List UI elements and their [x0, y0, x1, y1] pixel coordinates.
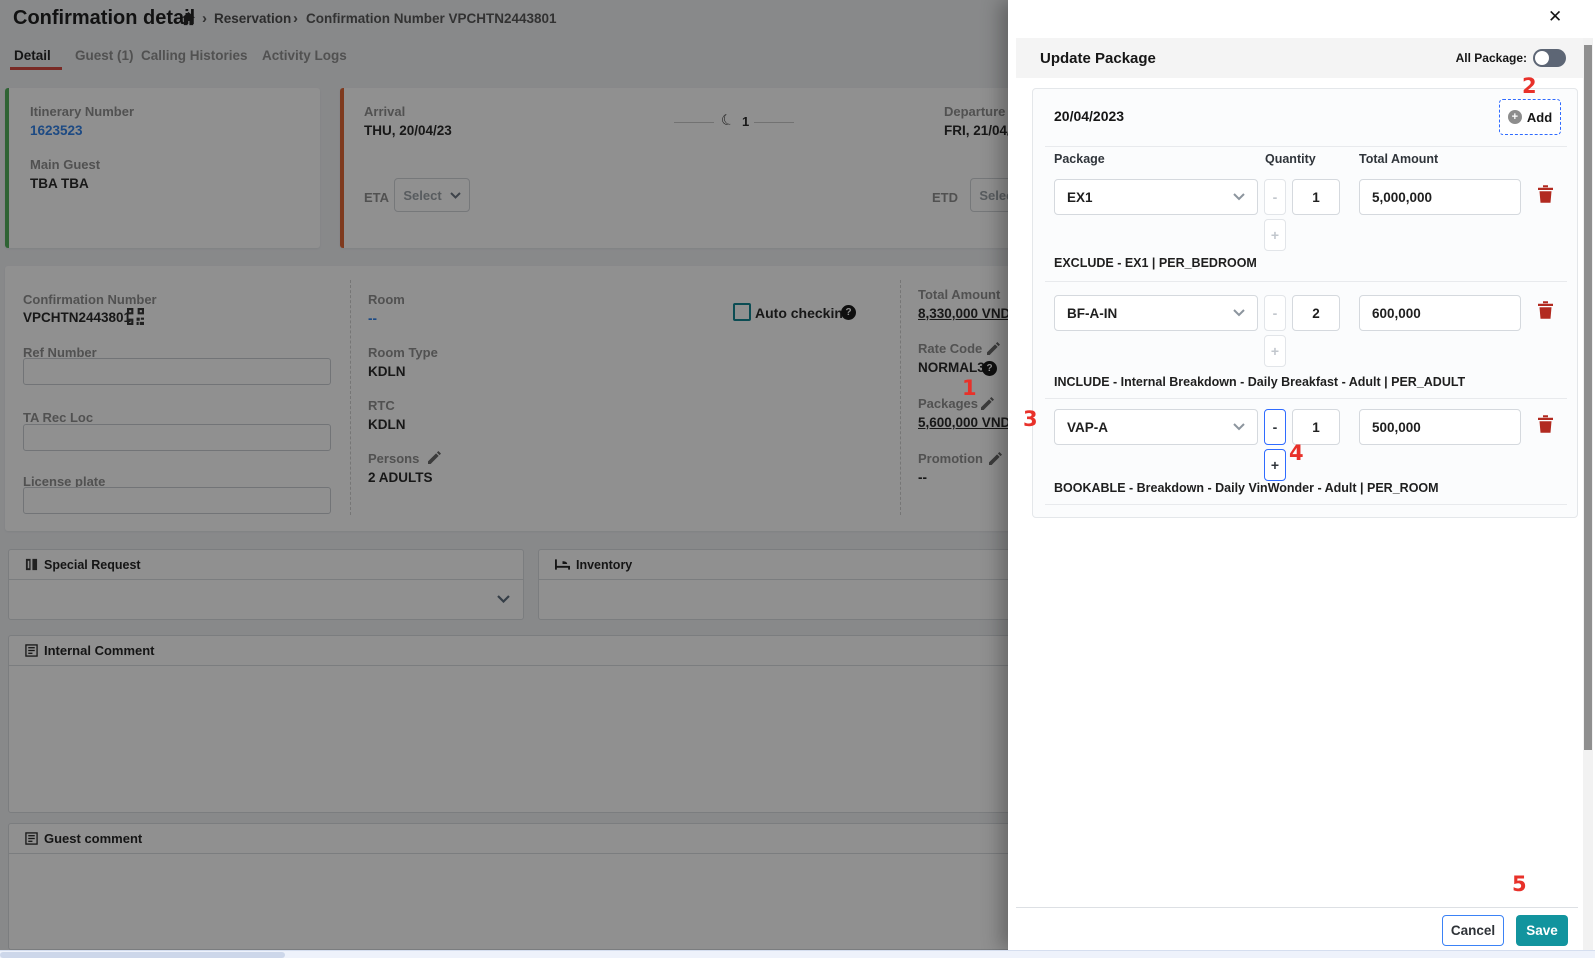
package-select-value: VAP-A [1067, 420, 1108, 435]
annotation-4: 4 [1289, 441, 1304, 465]
horizontal-scrollbar[interactable] [0, 950, 1595, 958]
chevron-down-icon [1233, 193, 1245, 201]
total-amount-input[interactable] [1359, 295, 1521, 331]
total-amount-input[interactable] [1359, 409, 1521, 445]
toggle-knob [1535, 51, 1549, 65]
horizontal-scrollbar-thumb[interactable] [0, 952, 285, 958]
quantity-input[interactable] [1292, 295, 1340, 331]
delete-package-trash-icon[interactable] [1538, 415, 1553, 433]
delete-package-trash-icon[interactable] [1538, 185, 1553, 203]
package-description: INCLUDE - Internal Breakdown - Daily Bre… [1054, 375, 1465, 389]
quantity-decrease-button[interactable]: - [1264, 295, 1286, 331]
column-header-package: Package [1054, 152, 1105, 166]
chevron-down-icon [1233, 309, 1245, 317]
divider [1045, 398, 1567, 399]
quantity-increase-button[interactable]: + [1264, 219, 1286, 251]
package-select-value: EX1 [1067, 190, 1093, 205]
package-select[interactable]: VAP-A [1054, 409, 1258, 445]
package-select[interactable]: EX1 [1054, 179, 1258, 215]
close-icon[interactable]: ✕ [1548, 7, 1562, 27]
package-select[interactable]: BF-A-IN [1054, 295, 1258, 331]
quantity-decrease-button[interactable]: - [1264, 409, 1286, 445]
quantity-input[interactable] [1292, 179, 1340, 215]
all-package-label: All Package: [1456, 51, 1527, 65]
modal-backdrop[interactable] [0, 0, 1008, 950]
quantity-increase-button[interactable]: + [1264, 335, 1286, 367]
reservation-app: Confirmation detail › Reservation › Conf… [0, 0, 1595, 958]
divider [1045, 281, 1567, 282]
add-button-label: Add [1527, 110, 1552, 125]
divider [1045, 146, 1567, 147]
quantity-input[interactable] [1292, 409, 1340, 445]
cancel-button[interactable]: Cancel [1442, 915, 1504, 946]
package-description: EXCLUDE - EX1 | PER_BEDROOM [1054, 256, 1257, 270]
update-package-drawer: ✕ Update Package All Package: 20/04/2023… [1008, 0, 1595, 950]
drawer-header: Update Package All Package: [1016, 38, 1586, 78]
package-date: 20/04/2023 [1054, 108, 1124, 124]
chevron-down-icon [1233, 423, 1245, 431]
column-header-total-amount: Total Amount [1359, 152, 1438, 166]
quantity-decrease-button[interactable]: - [1264, 179, 1286, 215]
quantity-increase-button[interactable]: + [1264, 449, 1286, 481]
divider [1045, 504, 1567, 505]
annotation-1: 1 [962, 376, 977, 400]
save-button[interactable]: Save [1516, 915, 1568, 946]
package-description: BOOKABLE - Breakdown - Daily VinWonder -… [1054, 481, 1439, 495]
total-amount-input[interactable] [1359, 179, 1521, 215]
package-select-value: BF-A-IN [1067, 306, 1117, 321]
scrollbar-thumb[interactable] [1584, 45, 1592, 750]
annotation-5: 5 [1512, 872, 1527, 896]
annotation-2: 2 [1522, 74, 1537, 98]
delete-package-trash-icon[interactable] [1538, 301, 1553, 319]
add-package-button[interactable]: + Add [1499, 99, 1561, 135]
drawer-title: Update Package [1040, 50, 1156, 67]
column-header-quantity: Quantity [1265, 152, 1316, 166]
all-package-toggle[interactable] [1533, 49, 1566, 67]
package-date-card: 20/04/2023 + Add Package Quantity Total … [1032, 88, 1578, 518]
drawer-scrollbar[interactable] [1583, 38, 1593, 950]
footer-divider [1016, 907, 1578, 908]
annotation-3: 3 [1023, 407, 1038, 431]
plus-circle-icon: + [1508, 110, 1522, 124]
